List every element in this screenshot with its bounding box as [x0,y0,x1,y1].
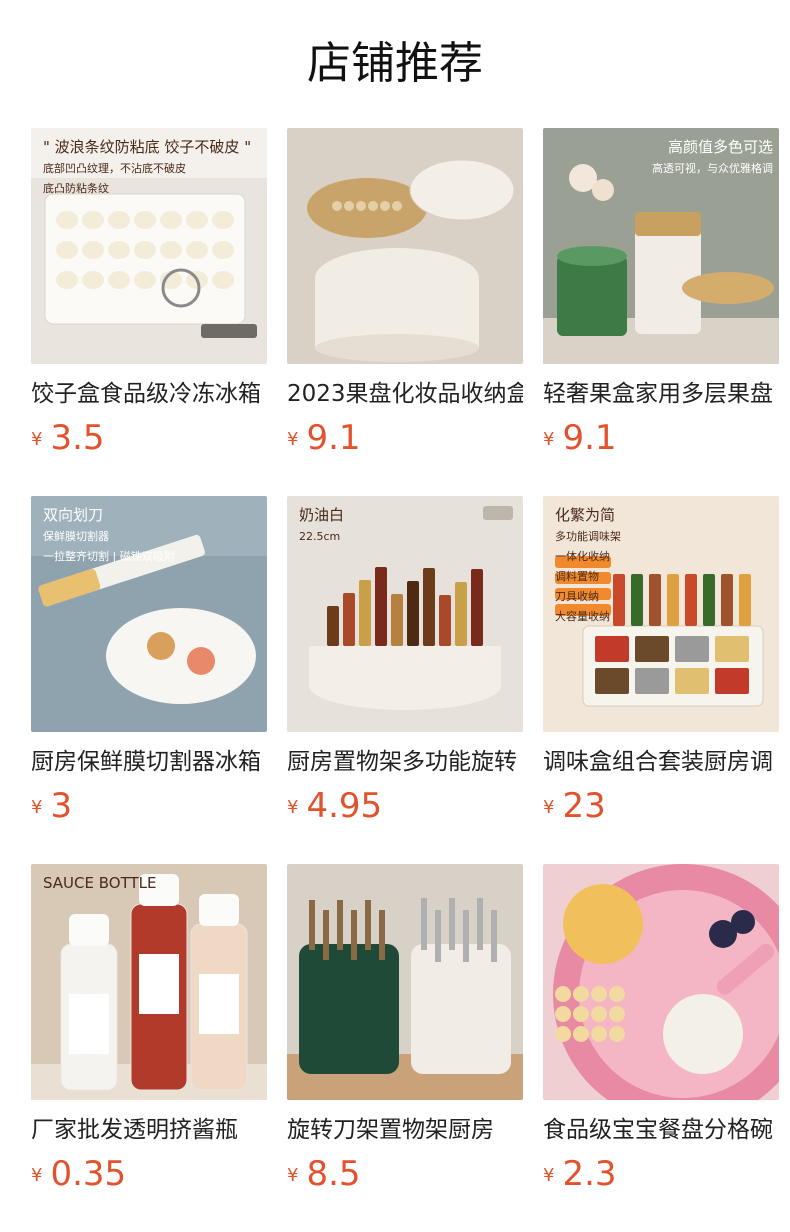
thumb-caption: 保鲜膜切割器 [43,529,109,543]
currency-symbol: ¥ [287,1165,299,1186]
product-price: ¥0.35 [31,1152,126,1196]
price-value: 0.35 [50,1154,127,1194]
product-price: ¥4.95 [287,784,382,828]
product-card[interactable]: 奶油白 22.5cm 厨房置物架多功能旋转 ¥4.95 [287,496,523,826]
currency-symbol: ¥ [543,1165,555,1186]
dumpling-box-image[interactable]: " 波浪条纹防粘底 饺子不破皮 " 底部凹凸纹理，不沾底不破皮 底凸防粘条纹 [31,128,267,364]
thumb-caption: 高透可视，与众优雅格调 [652,161,773,175]
price-value: 3.5 [50,418,105,458]
product-card[interactable]: 高颜值多色可选高透可视，与众优雅格调轻奢果盒家用多层果盘 ¥9.1 [543,128,779,458]
thumb-caption: 化繁为简 [555,506,615,524]
thumb-caption: 22.5cm [299,530,340,543]
product-name[interactable]: 厂家批发透明挤酱瓶 [31,1112,267,1148]
thumb-caption: 底凸防粘条纹 [43,181,109,195]
product-card[interactable]: 2023果盘化妆品收纳盒 ¥9.1 [287,128,523,458]
product-name[interactable]: 2023果盘化妆品收纳盒 [287,376,523,412]
product-price: ¥3 [31,784,72,828]
product-card[interactable]: 双向划刀保鲜膜切割器一拉整齐切割 | 磁铁双吸附厨房保鲜膜切割器冰箱 ¥3 [31,496,267,826]
fruit-box-image[interactable]: 高颜值多色可选高透可视，与众优雅格调 [543,128,779,364]
thumb-caption: 刀具收纳 [555,589,599,603]
currency-symbol: ¥ [543,429,555,450]
currency-symbol: ¥ [31,797,43,818]
price-value: 3 [50,786,73,826]
currency-symbol: ¥ [543,797,555,818]
wrap-cutter-image[interactable]: 双向划刀保鲜膜切割器一拉整齐切割 | 磁铁双吸附 [31,496,267,732]
product-name[interactable]: 厨房置物架多功能旋转 [287,744,523,780]
product-card[interactable]: " 波浪条纹防粘底 饺子不破皮 " 底部凹凸纹理，不沾底不破皮 底凸防粘条纹饺子盒食… [31,128,267,458]
product-card[interactable]: 化繁为简多功能调味架 一体化收纳调料置物刀具收纳大容量收纳调味盒组合套装厨房调 ¥2… [543,496,779,826]
product-price: ¥23 [543,784,606,828]
rotating-spice-rack-image[interactable]: 奶油白 22.5cm [287,496,523,732]
recommended-products-page: 店铺推荐 " 波浪条纹防粘底 饺子不破皮 " 底部凹凸纹理，不沾底不破皮 底凸防粘条… [0,0,790,1232]
price-value: 9.1 [562,418,617,458]
thumb-caption: 双向划刀 [43,506,103,524]
product-price: ¥9.1 [287,416,361,460]
product-card[interactable]: 旋转刀架置物架厨房 ¥8.5 [287,864,523,1194]
thumb-caption: 大容量收纳 [555,609,610,623]
product-name[interactable]: 食品级宝宝餐盘分格碗 [543,1112,779,1148]
product-card[interactable]: 食品级宝宝餐盘分格碗 ¥2.3 [543,864,779,1194]
product-name[interactable]: 厨房保鲜膜切割器冰箱 [31,744,267,780]
jewelry-organizer-image[interactable] [287,128,523,364]
price-value: 23 [562,786,606,826]
currency-symbol: ¥ [287,797,299,818]
product-price: ¥9.1 [543,416,617,460]
currency-symbol: ¥ [287,429,299,450]
thumb-caption: 一拉整齐切割 | 磁铁双吸附 [43,549,175,563]
baby-plate-image[interactable] [543,864,779,1100]
price-value: 9.1 [306,418,361,458]
thumb-caption: SAUCE BOTTLE [43,874,157,892]
product-price: ¥8.5 [287,1152,361,1196]
product-name[interactable]: 旋转刀架置物架厨房 [287,1112,523,1148]
thumb-caption: 底部凹凸纹理，不沾底不破皮 [43,161,186,175]
knife-holder-image[interactable] [287,864,523,1100]
product-price: ¥2.3 [543,1152,617,1196]
thumb-caption: 多功能调味架 [555,529,621,543]
product-name[interactable]: 调味盒组合套装厨房调 [543,744,779,780]
product-grid: " 波浪条纹防粘底 饺子不破皮 " 底部凹凸纹理，不沾底不破皮 底凸防粘条纹饺子盒食… [0,0,790,1232]
currency-symbol: ¥ [31,1165,43,1186]
product-name[interactable]: 轻奢果盒家用多层果盘 [543,376,779,412]
price-value: 4.95 [306,786,383,826]
price-value: 8.5 [306,1154,361,1194]
seasoning-box-image[interactable]: 化繁为简多功能调味架 一体化收纳调料置物刀具收纳大容量收纳 [543,496,779,732]
thumb-caption: 奶油白 [299,506,344,524]
product-price: ¥3.5 [31,416,105,460]
thumb-caption: 高颜值多色可选 [668,138,773,156]
product-name[interactable]: 饺子盒食品级冷冻冰箱 [31,376,267,412]
sauce-bottle-image[interactable]: SAUCE BOTTLE [31,864,267,1100]
currency-symbol: ¥ [31,429,43,450]
thumb-caption: 调料置物 [555,569,599,583]
thumb-caption: " 波浪条纹防粘底 饺子不破皮 " [43,138,251,156]
price-value: 2.3 [562,1154,617,1194]
product-card[interactable]: SAUCE BOTTLE 厂家批发透明挤酱瓶 ¥0.35 [31,864,267,1194]
thumb-caption: 一体化收纳 [555,549,610,563]
